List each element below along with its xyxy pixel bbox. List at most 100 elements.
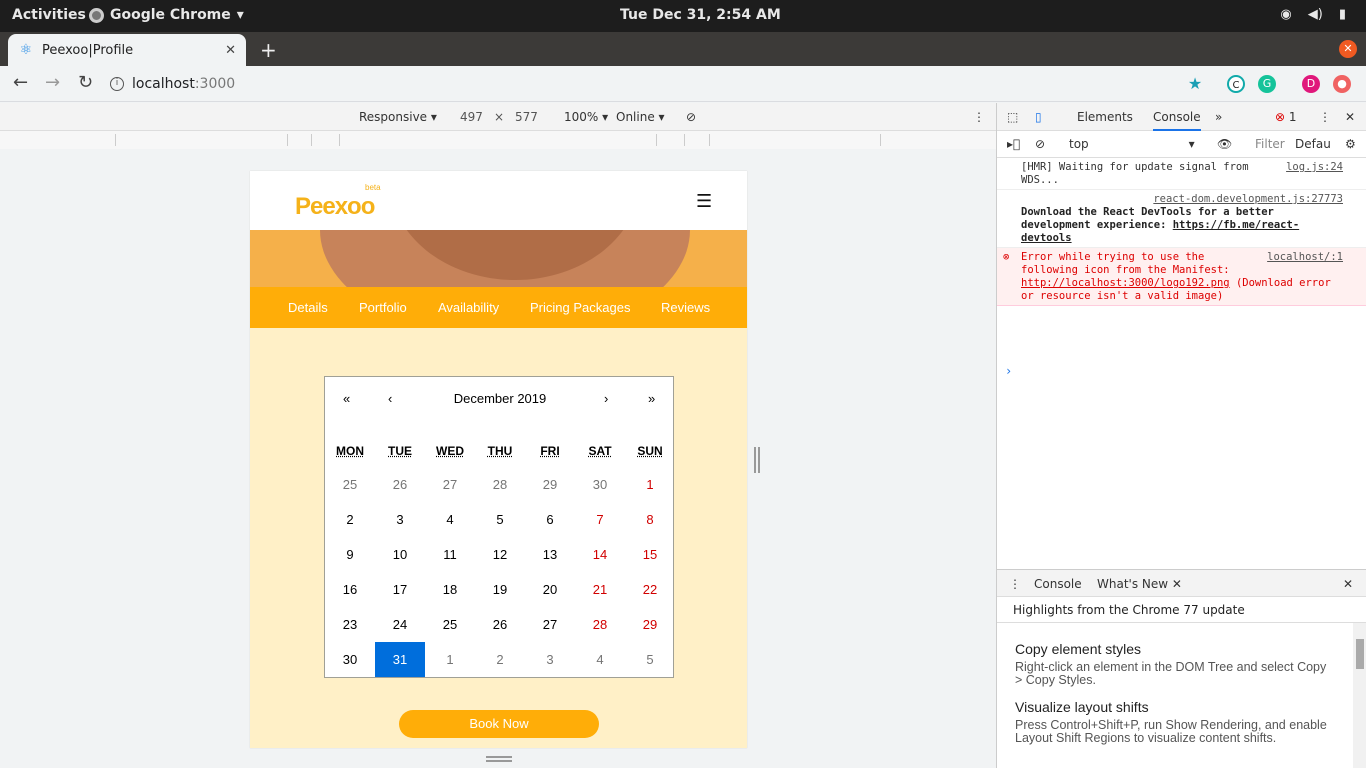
clock[interactable]: Tue Dec 31, 2:54 AM xyxy=(620,7,781,23)
browser-tab[interactable]: ⚛ Peexoo|Profile ✕ xyxy=(8,34,246,66)
clear-console-icon[interactable]: ⊘ xyxy=(1035,137,1045,151)
message-source-link[interactable]: react-dom.development.js:27773 xyxy=(1153,193,1343,205)
device-mode-select[interactable]: Responsive ▾ xyxy=(359,110,437,124)
calendar-day[interactable]: 30 xyxy=(325,642,375,677)
calendar-day[interactable]: 18 xyxy=(425,572,475,607)
message-source-link[interactable]: log.js:24 xyxy=(1286,161,1343,174)
calendar-day[interactable]: 2 xyxy=(475,642,525,677)
calendar-day[interactable]: 3 xyxy=(525,642,575,677)
calendar-day[interactable]: 9 xyxy=(325,537,375,572)
close-icon[interactable]: ✕ xyxy=(225,43,236,58)
message-link[interactable]: http://localhost:3000/logo192.png xyxy=(1021,277,1230,289)
calendar-day[interactable]: 25 xyxy=(325,467,375,502)
calendar-day[interactable]: 11 xyxy=(425,537,475,572)
calendar-day[interactable]: 26 xyxy=(375,467,425,502)
devtools-tab-console[interactable]: Console xyxy=(1153,110,1201,131)
profile-avatar[interactable]: D xyxy=(1302,75,1320,93)
calendar-day[interactable]: 29 xyxy=(525,467,575,502)
calendar-day[interactable]: 15 xyxy=(625,537,675,572)
calendar-day[interactable]: 3 xyxy=(375,502,425,537)
calendar-day[interactable]: 26 xyxy=(475,607,525,642)
extension-icon[interactable]: ● xyxy=(1333,75,1351,93)
feature-title[interactable]: Copy element styles xyxy=(1015,641,1335,657)
calendar-day[interactable]: 12 xyxy=(475,537,525,572)
drawer-menu-icon[interactable]: ⋮ xyxy=(1009,577,1021,591)
whats-new-scrollbar[interactable] xyxy=(1353,623,1366,768)
calendar-day[interactable]: 1 xyxy=(625,467,675,502)
tab-details[interactable]: Details xyxy=(288,300,328,315)
calendar-day[interactable]: 28 xyxy=(575,607,625,642)
calendar-day[interactable]: 23 xyxy=(325,607,375,642)
reload-button[interactable]: ↻ xyxy=(78,72,93,93)
calendar-day[interactable]: 6 xyxy=(525,502,575,537)
tab-portfolio[interactable]: Portfolio xyxy=(359,300,407,315)
context-select[interactable]: top ▾ xyxy=(1069,137,1195,151)
rotate-icon[interactable]: ⊘ xyxy=(686,110,696,124)
calendar-day[interactable]: 17 xyxy=(375,572,425,607)
calendar-day[interactable]: 1 xyxy=(425,642,475,677)
prev-month-button[interactable]: ‹ xyxy=(388,391,392,406)
console-filter-input[interactable]: Filter xyxy=(1255,137,1285,151)
close-icon[interactable]: ✕ xyxy=(1172,577,1182,591)
calendar-day[interactable]: 14 xyxy=(575,537,625,572)
log-levels-select[interactable]: Defau xyxy=(1295,137,1331,151)
address-bar[interactable]: i localhost:3000 xyxy=(110,70,1180,98)
calendar-day[interactable]: 5 xyxy=(475,502,525,537)
calendar-day[interactable]: 22 xyxy=(625,572,675,607)
zoom-select[interactable]: 100% ▾ xyxy=(564,110,608,124)
settings-gear-icon[interactable]: ⚙ xyxy=(1345,137,1356,151)
calendar-day[interactable]: 24 xyxy=(375,607,425,642)
next-month-button[interactable]: › xyxy=(604,391,608,406)
calendar-day[interactable]: 29 xyxy=(625,607,675,642)
viewport-height-input[interactable]: 577 xyxy=(515,110,538,124)
activities-button[interactable]: Activities xyxy=(12,7,86,23)
drawer-tab-console[interactable]: Console xyxy=(1034,577,1082,591)
hamburger-menu-icon[interactable]: ☰ xyxy=(696,191,712,212)
more-tabs-icon[interactable]: » xyxy=(1215,110,1222,124)
app-menu[interactable]: Google Chrome ▾ xyxy=(89,7,244,23)
live-expression-eye-icon[interactable]: 👁 xyxy=(1217,137,1232,151)
new-tab-button[interactable]: + xyxy=(260,38,277,62)
calendar-day[interactable]: 27 xyxy=(525,607,575,642)
site-logo[interactable]: Peexoo beta xyxy=(295,183,381,221)
calendar-day[interactable]: 8 xyxy=(625,502,675,537)
calendar-day[interactable]: 13 xyxy=(525,537,575,572)
tab-availability[interactable]: Availability xyxy=(438,300,499,315)
calendar-day[interactable]: 27 xyxy=(425,467,475,502)
calendar-day[interactable]: 19 xyxy=(475,572,525,607)
prev-year-button[interactable]: « xyxy=(343,391,350,406)
calendar-day[interactable]: 28 xyxy=(475,467,525,502)
devtools-tab-elements[interactable]: Elements xyxy=(1077,110,1133,124)
grammarly-icon[interactable]: G xyxy=(1258,75,1276,93)
calendar-day[interactable]: 5 xyxy=(625,642,675,677)
drawer-close-icon[interactable]: ✕ xyxy=(1343,577,1353,591)
calendar-day[interactable]: 25 xyxy=(425,607,475,642)
console-prompt[interactable]: › xyxy=(1005,364,1012,378)
error-count-badge[interactable]: ⊗ 1 xyxy=(1275,110,1297,124)
devtools-close-icon[interactable]: ✕ xyxy=(1345,110,1355,124)
calendar-month-label[interactable]: December 2019 xyxy=(325,391,675,406)
window-close-button[interactable]: ✕ xyxy=(1339,40,1357,58)
back-button[interactable]: ← xyxy=(13,72,28,93)
calendar-day[interactable]: 4 xyxy=(425,502,475,537)
info-icon[interactable]: i xyxy=(110,77,124,91)
viewport-resize-handle-right[interactable] xyxy=(754,447,760,473)
calendar-day[interactable]: 10 xyxy=(375,537,425,572)
device-toggle-icon[interactable]: ▯ xyxy=(1035,110,1042,124)
system-tray[interactable]: ◉ ◀) ▮ xyxy=(1280,7,1346,22)
next-year-button[interactable]: » xyxy=(648,391,655,406)
feature-title[interactable]: Visualize layout shifts xyxy=(1015,699,1335,715)
extension-c-icon[interactable]: C xyxy=(1227,75,1245,93)
calendar-day[interactable]: 30 xyxy=(575,467,625,502)
calendar-day[interactable]: 2 xyxy=(325,502,375,537)
calendar-day[interactable]: 4 xyxy=(575,642,625,677)
message-source-link[interactable]: localhost/:1 xyxy=(1267,251,1343,264)
book-now-button[interactable]: Book Now xyxy=(399,710,599,738)
calendar-day-selected[interactable]: 31 xyxy=(375,642,425,677)
scrollbar-thumb[interactable] xyxy=(1356,639,1364,669)
devtools-menu-icon[interactable]: ⋮ xyxy=(1319,110,1331,124)
calendar-day[interactable]: 16 xyxy=(325,572,375,607)
network-throttle-select[interactable]: Online ▾ xyxy=(616,110,665,124)
tab-reviews[interactable]: Reviews xyxy=(661,300,710,315)
bookmark-star-icon[interactable]: ★ xyxy=(1186,75,1204,93)
